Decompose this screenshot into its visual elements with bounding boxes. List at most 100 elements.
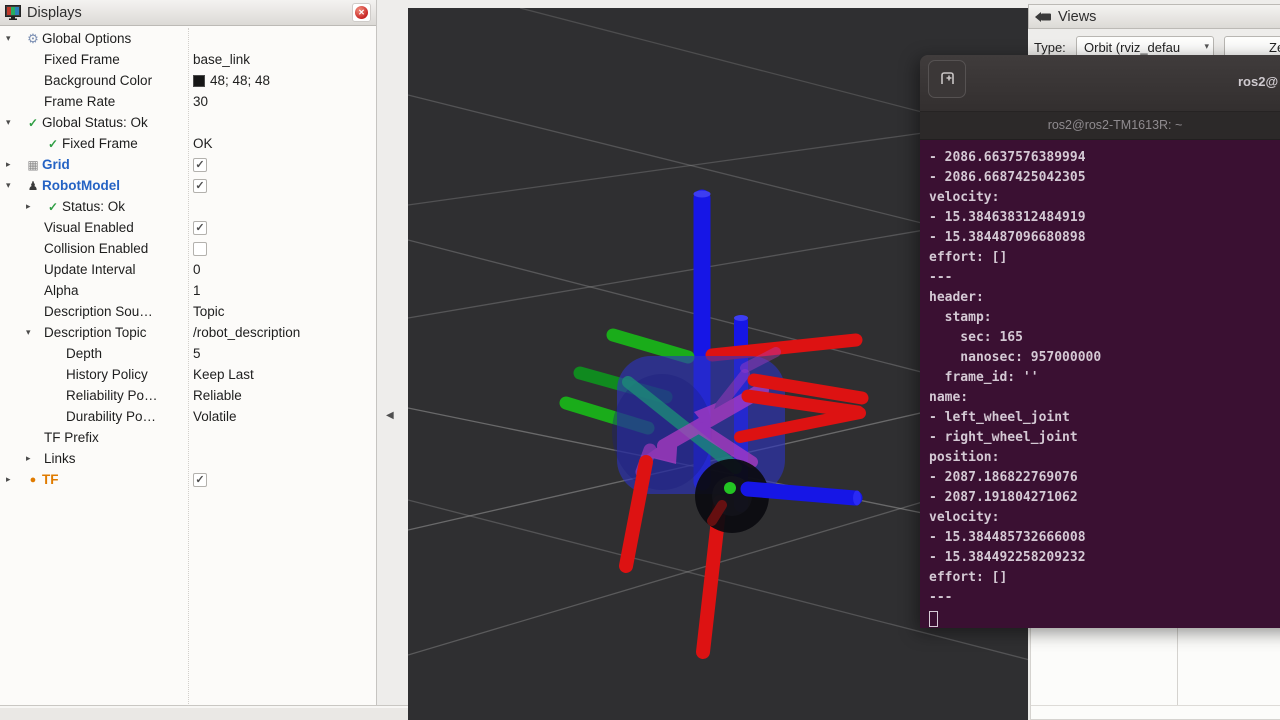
display-row-label: Description Topic [44, 325, 147, 340]
row-value-cell: base_link [188, 52, 250, 67]
display-row-value: 30 [193, 94, 208, 109]
grid-icon: ▦ [24, 158, 42, 172]
display-row[interactable]: Collision Enabled [0, 238, 376, 259]
views-panel-title: Views [1058, 9, 1096, 25]
rviz-application-window: Displays ✕ ▾⚙Global OptionsFixed Frameba… [0, 0, 1280, 720]
display-row-label: Description Sou… [44, 304, 153, 319]
terminal-line: - 15.384485732666008 [929, 528, 1280, 548]
panel-collapse-handle[interactable]: ◀ [386, 410, 394, 421]
display-row[interactable]: Description Sou… Topic [0, 301, 376, 322]
row-value-cell: Reliable [188, 388, 242, 403]
display-row-value: 1 [193, 283, 201, 298]
row-name-cell: ▾⚙Global Options [0, 31, 188, 46]
display-row[interactable]: ▸Links [0, 448, 376, 469]
display-row-label: TF Prefix [44, 430, 99, 445]
display-row[interactable]: Frame Rate30 [0, 91, 376, 112]
checkbox[interactable]: ✓ [193, 473, 207, 487]
expand-arrow[interactable]: ▸ [6, 474, 24, 485]
display-row[interactable]: ▸✓Status: Ok [0, 196, 376, 217]
display-row-label: Grid [42, 157, 70, 172]
color-swatch [193, 75, 205, 87]
display-row-label: Status: Ok [62, 199, 125, 214]
display-row[interactable]: ▸▦Grid ✓ [0, 154, 376, 175]
gear-icon: ⚙ [24, 32, 42, 46]
row-name-cell: ▸●TF [0, 472, 188, 487]
display-row[interactable]: Background Color 48; 48; 48 [0, 70, 376, 91]
display-row-value: 5 [193, 346, 201, 361]
display-row[interactable]: Alpha1 [0, 280, 376, 301]
display-row-label: TF [42, 472, 59, 487]
display-row[interactable]: ▾✓Global Status: Ok [0, 112, 376, 133]
display-row[interactable]: Reliability Po… Reliable [0, 385, 376, 406]
display-row-value: 48; 48; 48 [210, 73, 270, 88]
terminal-window[interactable]: ros2@ ros2@ros2-TM1613R: ~ - 2086.663757… [920, 55, 1280, 628]
displays-panel: Displays ✕ ▾⚙Global OptionsFixed Frameba… [0, 0, 377, 705]
display-row[interactable]: ▾♟RobotModel✓ [0, 175, 376, 196]
wheel-joint-marker [724, 482, 736, 494]
terminal-line: - 2086.6687425042305 [929, 168, 1280, 188]
terminal-line: header: [929, 288, 1280, 308]
views-panel-header[interactable]: Views [1028, 4, 1280, 29]
display-row[interactable]: Durability Po…Volatile [0, 406, 376, 427]
expand-arrow[interactable]: ▾ [26, 327, 44, 338]
robot-model [566, 191, 862, 653]
terminal-line: nanosec: 957000000 [929, 348, 1280, 368]
display-row-value: 0 [193, 262, 201, 277]
terminal-tab-title[interactable]: ros2@ros2-TM1613R: ~ [1025, 118, 1205, 132]
expand-arrow[interactable]: ▸ [26, 453, 44, 464]
close-icon: ✕ [355, 6, 368, 19]
display-row-label: Depth [66, 346, 102, 361]
checkbox[interactable] [193, 242, 207, 256]
expand-arrow[interactable]: ▾ [6, 180, 24, 191]
terminal-titlebar[interactable]: ros2@ [920, 55, 1280, 112]
display-row[interactable]: Depth 5 [0, 343, 376, 364]
terminal-line: - 2087.186822769076 [929, 468, 1280, 488]
terminal-tab-bar[interactable]: ros2@ros2-TM1613R: ~ [920, 112, 1280, 140]
terminal-line: position: [929, 448, 1280, 468]
displays-panel-header[interactable]: Displays ✕ [0, 0, 376, 26]
display-row[interactable]: History PolicyKeep Last [0, 364, 376, 385]
terminal-new-tab-button[interactable] [928, 60, 966, 98]
displays-panel-icon [5, 5, 21, 20]
display-row[interactable]: ▸●TF ✓ [0, 469, 376, 490]
row-name-cell: Update Interval [0, 262, 188, 277]
expand-arrow[interactable]: ▸ [6, 159, 24, 170]
expand-arrow[interactable]: ▾ [6, 117, 24, 128]
checkbox[interactable]: ✓ [193, 179, 207, 193]
check-icon: ✓ [44, 137, 62, 151]
display-row[interactable]: Visual Enabled ✓ [0, 217, 376, 238]
terminal-line: - 2087.191804271062 [929, 488, 1280, 508]
view-type-label: Type: [1034, 40, 1066, 55]
display-row[interactable]: Update Interval 0 [0, 259, 376, 280]
row-value-cell: ✓ [188, 221, 207, 235]
displays-tree: ▾⚙Global OptionsFixed Framebase_linkBack… [0, 28, 376, 490]
checkbox[interactable]: ✓ [193, 158, 207, 172]
chevron-down-icon: ▾ [1204, 41, 1209, 52]
row-name-cell: Depth [0, 346, 188, 361]
displays-panel-bottom-strip [0, 705, 408, 720]
display-row-label: Links [44, 451, 76, 466]
row-value-cell: ✓ [188, 179, 207, 193]
display-row[interactable]: TF Prefix [0, 427, 376, 448]
expand-arrow[interactable]: ▸ [26, 201, 44, 212]
terminal-line: - left_wheel_joint [929, 408, 1280, 428]
display-row[interactable]: ✓Fixed FrameOK [0, 133, 376, 154]
terminal-body[interactable]: - 2086.6637576389994- 2086.6687425042305… [920, 140, 1280, 628]
row-name-cell: Durability Po… [0, 409, 188, 424]
display-row[interactable]: ▾Description Topic/robot_description [0, 322, 376, 343]
display-row-label: Fixed Frame [62, 136, 138, 151]
display-row-label: Update Interval [44, 262, 136, 277]
display-row-value: Reliable [193, 388, 242, 403]
display-row-label: Background Color [44, 73, 152, 88]
expand-arrow[interactable]: ▾ [6, 33, 24, 44]
row-value-cell: Topic [188, 304, 225, 319]
display-row[interactable]: Fixed Framebase_link [0, 49, 376, 70]
row-name-cell: Visual Enabled [0, 220, 188, 235]
row-value-cell: 1 [188, 283, 201, 298]
row-name-cell: Reliability Po… [0, 388, 188, 403]
displays-close-button[interactable]: ✕ [352, 3, 371, 22]
checkbox[interactable]: ✓ [193, 221, 207, 235]
terminal-line: sec: 165 [929, 328, 1280, 348]
row-value-cell: 30 [188, 94, 208, 109]
display-row[interactable]: ▾⚙Global Options [0, 28, 376, 49]
